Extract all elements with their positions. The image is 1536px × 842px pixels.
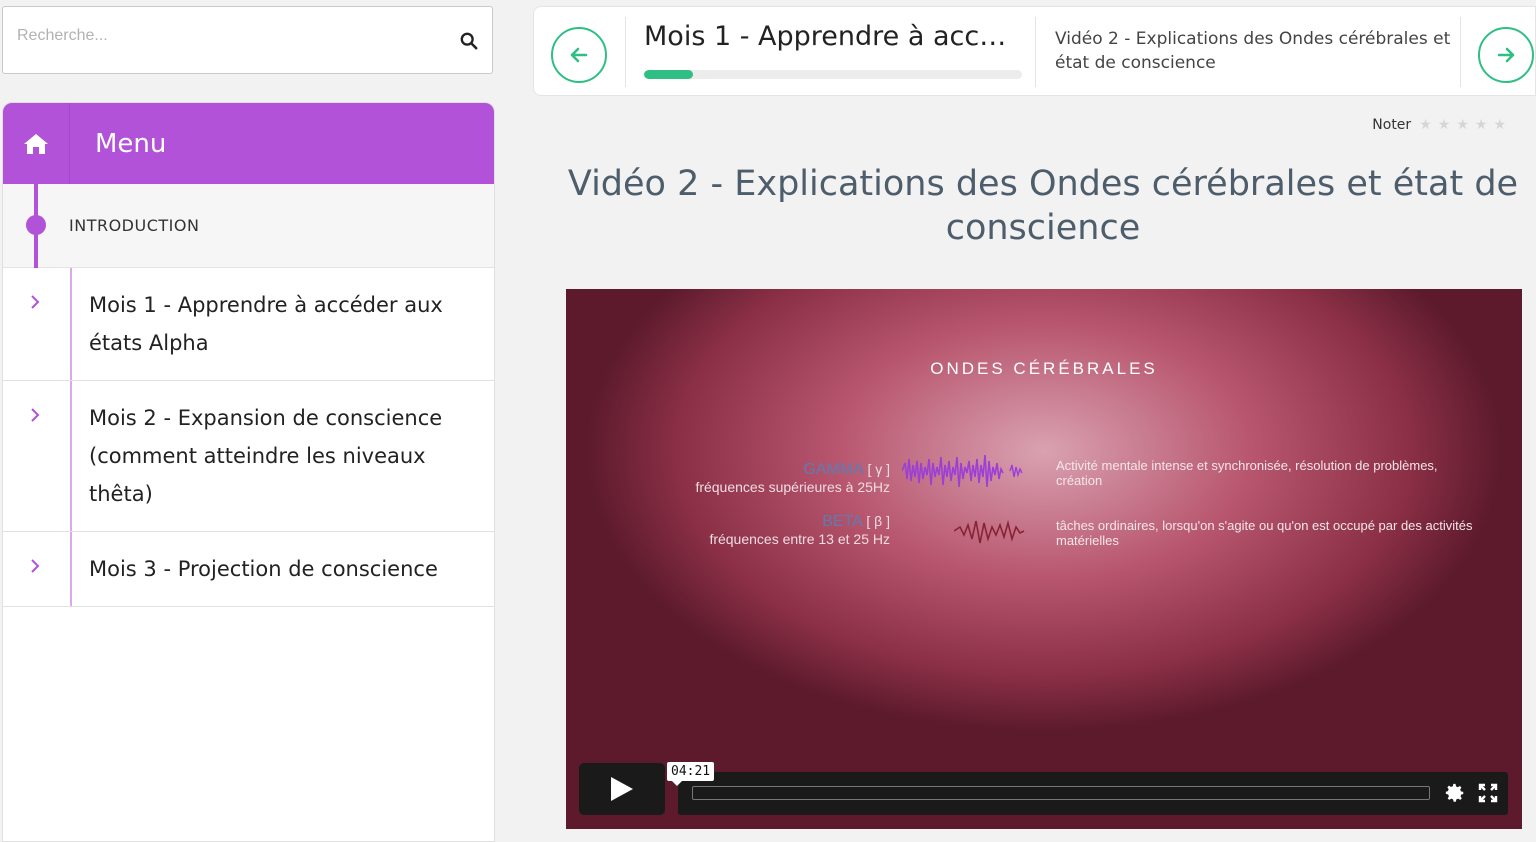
wave-label-beta: BETA [ β ] fréquences entre 13 et 25 Hz <box>709 513 890 547</box>
wave-symbol: [ γ ] <box>867 461 890 477</box>
wave-label-gamma: GAMMA [ γ ] fréquences supérieures à 25H… <box>695 461 890 495</box>
star-icon[interactable]: ★ <box>1419 117 1432 133</box>
star-icon[interactable]: ★ <box>1438 117 1451 133</box>
lesson-title: Vidéo 2 - Explications des Ondes cérébra… <box>567 164 1519 248</box>
chevron-right-icon[interactable] <box>27 407 43 423</box>
wave-name: GAMMA <box>803 461 863 478</box>
module-label: Mois 1 - Apprendre à accéder aux états A… <box>89 293 443 355</box>
video-control-bar <box>678 772 1508 815</box>
menu-header: Menu <box>3 103 494 184</box>
next-lesson-button[interactable] <box>1478 27 1534 83</box>
rating-label: Noter <box>1372 117 1412 133</box>
menu-title: Menu <box>95 128 167 159</box>
row-divider <box>70 381 72 531</box>
separator <box>625 17 626 87</box>
home-button[interactable] <box>3 103 70 184</box>
previous-lesson-button[interactable] <box>551 27 607 83</box>
video-progress-scrubber[interactable] <box>692 786 1430 800</box>
star-icon[interactable]: ★ <box>1475 117 1488 133</box>
search-icon[interactable] <box>460 32 478 50</box>
sidebar-item-introduction[interactable]: INTRODUCTION <box>3 184 494 268</box>
fullscreen-icon[interactable] <box>1478 783 1498 803</box>
gamma-wave-graphic <box>902 454 1023 488</box>
separator <box>1035 17 1036 87</box>
slide-title: ONDES CÉRÉBRALES <box>930 359 1158 378</box>
home-icon <box>24 133 48 154</box>
star-icon[interactable]: ★ <box>1456 117 1469 133</box>
arrow-left-icon <box>570 47 588 63</box>
sidebar-item-mois-3[interactable]: Mois 3 - Projection de conscience <box>3 532 494 607</box>
timeline-dot <box>26 215 46 235</box>
module-label: Mois 3 - Projection de conscience <box>89 557 438 581</box>
wave-frequency: fréquences supérieures à 25Hz <box>695 479 890 495</box>
current-time-badge: 04:21 <box>667 762 715 786</box>
chevron-right-icon[interactable] <box>27 294 43 310</box>
course-nav-bar: Mois 1 - Apprendre à accéder aux états A… <box>533 6 1536 96</box>
row-divider <box>70 268 72 380</box>
sidebar: Menu INTRODUCTION Mois 1 - Apprendre à a… <box>2 102 495 842</box>
sidebar-item-mois-2[interactable]: Mois 2 - Expansion de conscience (commen… <box>3 381 494 532</box>
progress-fill <box>644 70 694 79</box>
row-divider <box>70 532 72 606</box>
beta-wave-graphic <box>954 519 1025 544</box>
wave-description: tâches ordinaires, lorsqu'on s'agite ou … <box>1056 518 1473 548</box>
module-label: Mois 2 - Expansion de conscience (commen… <box>89 406 443 506</box>
chevron-right-icon[interactable] <box>27 558 43 574</box>
video-player[interactable]: ONDES CÉRÉBRALES GAMMA [ γ ] fréquences … <box>566 289 1522 829</box>
wave-description: Activité mentale intense et synchronisée… <box>1056 458 1438 488</box>
star-icon[interactable]: ★ <box>1493 117 1506 133</box>
current-lesson-subtitle: Vidéo 2 - Explications des Ondes cérébra… <box>1055 29 1451 73</box>
course-title: Mois 1 - Apprendre à accéder aux états A… <box>644 21 1014 52</box>
separator <box>1460 17 1461 87</box>
intro-label: INTRODUCTION <box>69 216 200 235</box>
search-box[interactable] <box>2 6 493 74</box>
course-progress-bar <box>644 70 1022 79</box>
play-icon <box>611 777 633 801</box>
arrow-right-icon <box>1497 47 1515 63</box>
search-input[interactable] <box>17 27 437 45</box>
play-button[interactable] <box>579 763 665 815</box>
wave-symbol: [ β ] <box>866 513 890 529</box>
sidebar-item-mois-1[interactable]: Mois 1 - Apprendre à accéder aux états A… <box>3 268 494 381</box>
wave-frequency: fréquences entre 13 et 25 Hz <box>709 531 890 547</box>
gear-icon[interactable] <box>1444 782 1466 804</box>
rating: Noter ★ ★ ★ ★ ★ <box>1372 117 1506 133</box>
wave-name: BETA <box>822 513 862 530</box>
